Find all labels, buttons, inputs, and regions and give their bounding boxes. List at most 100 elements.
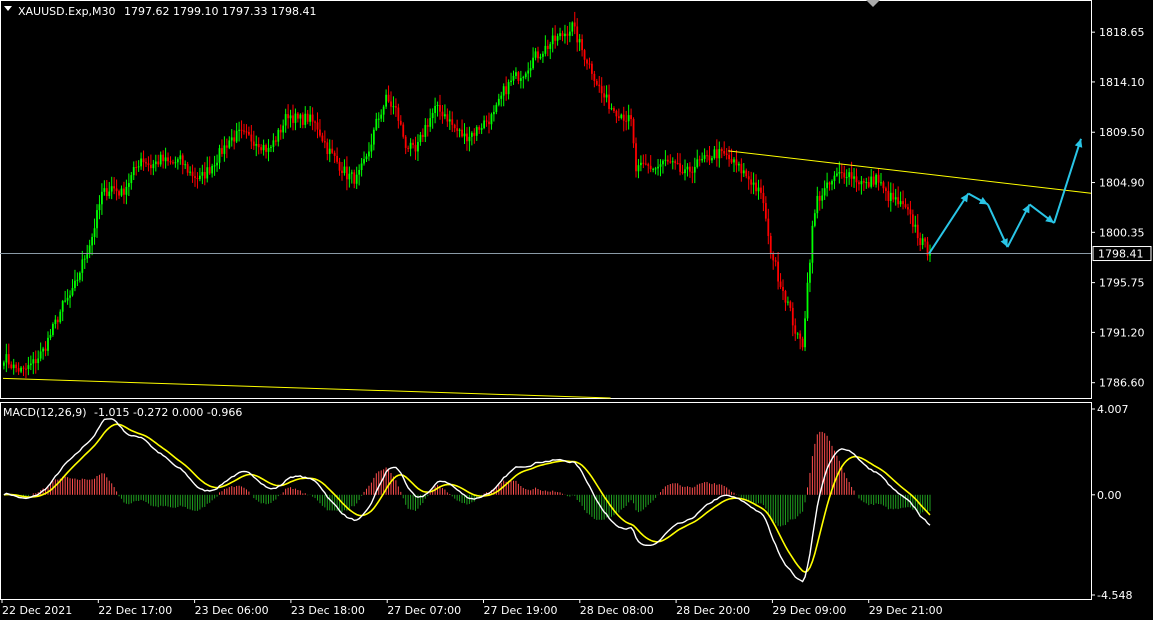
candle-body	[610, 108, 613, 110]
candle-body	[924, 238, 926, 242]
candle-body	[588, 63, 591, 65]
candle-body	[914, 224, 917, 227]
candle-body	[909, 209, 912, 215]
candle-body	[368, 151, 370, 157]
candle-body	[179, 155, 182, 160]
candle-body	[382, 106, 385, 115]
candle-body	[127, 183, 130, 187]
candle-body	[71, 288, 74, 296]
candle-body	[507, 82, 510, 95]
candle-body	[620, 114, 623, 118]
candle-body	[61, 301, 64, 312]
candle-body	[573, 22, 576, 27]
candle-body	[3, 362, 5, 366]
time-tick-label: 27 Dec 07:00	[387, 604, 461, 617]
price-tick-label: 1814.10	[1099, 76, 1145, 89]
candle-body	[147, 163, 150, 165]
price-tick-label: 1791.20	[1099, 326, 1145, 339]
axes-layer: 1818.65 1814.10 1809.50 1804.90 1800.35 1795.…	[1, 26, 1152, 617]
candle-body	[605, 94, 608, 98]
candle-body	[708, 155, 711, 161]
candle-body	[747, 176, 750, 180]
candle-body	[542, 53, 544, 57]
candle-body	[730, 159, 733, 163]
candle-body	[818, 195, 821, 201]
candle-body	[25, 368, 27, 370]
candle-body	[902, 201, 904, 205]
candle-body	[42, 348, 44, 352]
candle-body	[159, 154, 162, 165]
candle-body	[402, 124, 405, 137]
candle-body	[728, 154, 730, 160]
price-panel-frame	[0, 0, 1092, 399]
candle-body	[791, 307, 794, 326]
candle-body	[897, 197, 900, 205]
candle-body	[49, 334, 52, 338]
forecast-arrow-segment	[928, 192, 970, 255]
chevron-down-icon[interactable]	[4, 6, 12, 11]
scroll-shift-icon[interactable]	[866, 0, 880, 7]
candle-body	[101, 191, 103, 205]
candle-body	[603, 93, 606, 98]
candle-body	[189, 171, 191, 173]
candle-body	[799, 333, 802, 339]
ohlc-open: 1797.62	[124, 5, 170, 18]
candle-body	[804, 318, 806, 348]
candle-body	[892, 192, 895, 200]
candle-body	[297, 113, 299, 119]
candle-body	[59, 311, 62, 323]
time-tick-label: 29 Dec 09:00	[772, 604, 846, 617]
ohlc-high: 1799.10	[173, 5, 219, 18]
candle-body	[828, 182, 831, 185]
candle-body	[916, 224, 919, 239]
candle-body	[201, 171, 204, 176]
candle-body	[387, 94, 390, 102]
candle-body	[348, 173, 351, 180]
candle-body	[762, 192, 765, 204]
candle-body	[164, 157, 167, 162]
candle-body	[316, 122, 319, 130]
candle-body	[698, 159, 701, 161]
candle-body	[485, 120, 488, 122]
candle-body	[676, 163, 679, 165]
candle-body	[282, 125, 285, 133]
candle-body	[66, 297, 69, 301]
candle-body	[549, 44, 552, 49]
candle-body	[29, 363, 32, 366]
resistance-trendline	[728, 150, 1092, 194]
candle-body	[426, 125, 429, 127]
candle-body	[848, 172, 851, 178]
macd-tick-label: 0.00	[1097, 489, 1122, 502]
macd-values: -1.015 -0.272 0.000 -0.966	[94, 406, 242, 419]
candle-body	[353, 172, 356, 184]
candle-body	[456, 128, 459, 131]
candle-body	[757, 187, 760, 192]
candle-body	[370, 144, 373, 152]
candle-body	[720, 149, 723, 152]
candle-body	[568, 31, 571, 36]
candle-body	[617, 116, 620, 118]
candle-body	[301, 114, 304, 125]
candle-body	[583, 50, 586, 60]
candle-body	[267, 147, 270, 152]
candle-body	[649, 165, 652, 170]
candle-body	[480, 128, 483, 130]
candle-body	[564, 33, 566, 37]
candle-body	[108, 191, 111, 197]
candle-body	[880, 182, 882, 184]
candle-body	[88, 245, 91, 254]
macd-layer	[3, 418, 931, 583]
candle-body	[17, 368, 20, 372]
candle-body	[691, 171, 694, 173]
candle-body	[664, 159, 667, 161]
candle-body	[652, 168, 655, 170]
candle-body	[551, 35, 554, 45]
candle-body	[407, 147, 410, 149]
candle-body	[409, 142, 412, 149]
candle-body	[534, 51, 537, 58]
candle-body	[206, 167, 209, 179]
price-tick-label: 1800.35	[1099, 226, 1145, 239]
candle-body	[493, 111, 495, 115]
candle-body	[510, 80, 512, 83]
candle-body	[441, 111, 444, 117]
